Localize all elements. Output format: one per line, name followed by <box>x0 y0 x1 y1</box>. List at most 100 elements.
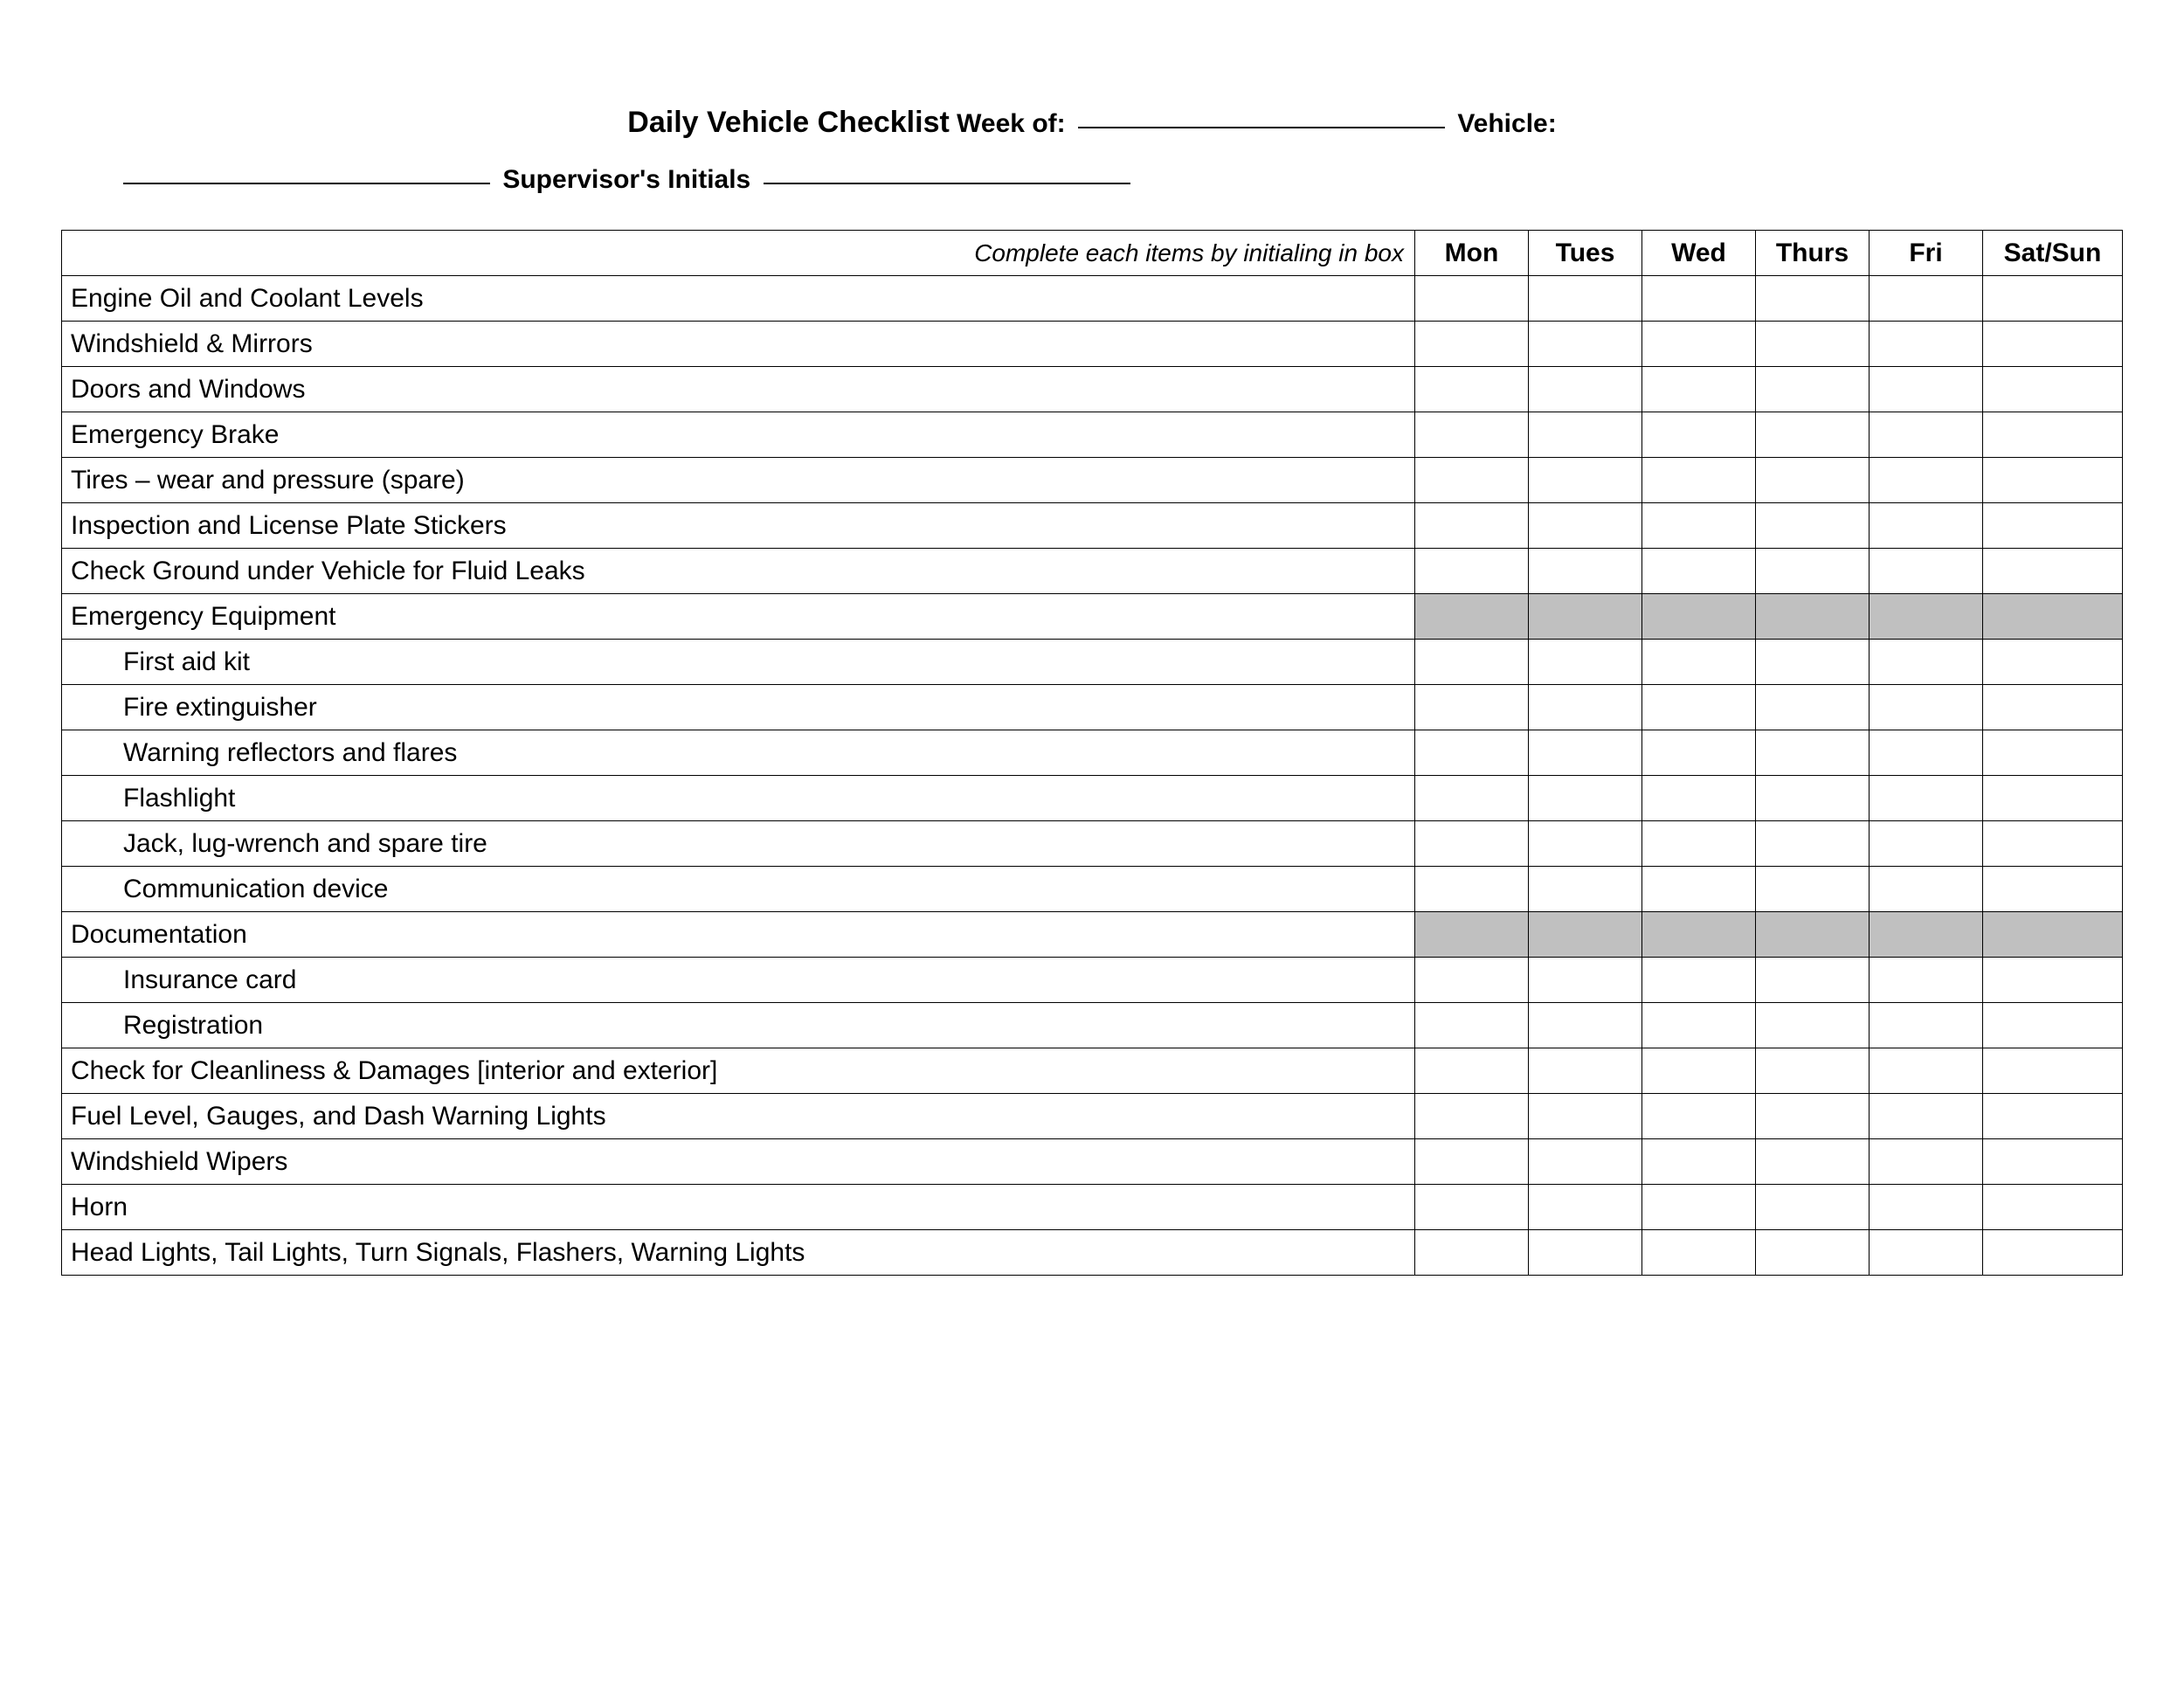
initial-box[interactable] <box>1415 821 1529 867</box>
initial-box[interactable] <box>1756 322 1870 367</box>
initial-box[interactable] <box>1415 685 1529 730</box>
initial-box[interactable] <box>1529 821 1642 867</box>
initial-box[interactable] <box>1983 821 2123 867</box>
initial-box[interactable] <box>1529 1048 1642 1094</box>
initial-box[interactable] <box>1415 1230 1529 1276</box>
initial-box[interactable] <box>1529 685 1642 730</box>
initial-box[interactable] <box>1983 367 2123 412</box>
initial-box[interactable] <box>1529 776 1642 821</box>
initial-box[interactable] <box>1415 1139 1529 1185</box>
initial-box[interactable] <box>1870 1094 1983 1139</box>
initial-box[interactable] <box>1870 276 1983 322</box>
initial-box[interactable] <box>1415 458 1529 503</box>
week-of-blank[interactable] <box>1078 127 1445 128</box>
initial-box[interactable] <box>1642 958 1756 1003</box>
initial-box[interactable] <box>1642 276 1756 322</box>
initial-box[interactable] <box>1870 322 1983 367</box>
initial-box[interactable] <box>1983 503 2123 549</box>
initial-box[interactable] <box>1983 730 2123 776</box>
initial-box[interactable] <box>1756 776 1870 821</box>
initial-box[interactable] <box>1756 1139 1870 1185</box>
initial-box[interactable] <box>1529 412 1642 458</box>
initial-box[interactable] <box>1642 503 1756 549</box>
initial-box[interactable] <box>1756 412 1870 458</box>
initial-box[interactable] <box>1983 276 2123 322</box>
initial-box[interactable] <box>1529 867 1642 912</box>
initial-box[interactable] <box>1870 1048 1983 1094</box>
initial-box[interactable] <box>1642 1185 1756 1230</box>
initial-box[interactable] <box>1642 1230 1756 1276</box>
initial-box[interactable] <box>1529 322 1642 367</box>
initial-box[interactable] <box>1529 958 1642 1003</box>
initial-box[interactable] <box>1415 958 1529 1003</box>
initial-box[interactable] <box>1756 821 1870 867</box>
initial-box[interactable] <box>1870 776 1983 821</box>
initial-box[interactable] <box>1756 958 1870 1003</box>
initial-box[interactable] <box>1756 1003 1870 1048</box>
initial-box[interactable] <box>1756 1185 1870 1230</box>
initial-box[interactable] <box>1983 867 2123 912</box>
initial-box[interactable] <box>1415 776 1529 821</box>
initial-box[interactable] <box>1756 867 1870 912</box>
initial-box[interactable] <box>1983 685 2123 730</box>
initial-box[interactable] <box>1756 685 1870 730</box>
initial-box[interactable] <box>1415 412 1529 458</box>
initial-box[interactable] <box>1870 503 1983 549</box>
initial-box[interactable] <box>1415 1048 1529 1094</box>
initial-box[interactable] <box>1870 367 1983 412</box>
initial-box[interactable] <box>1642 322 1756 367</box>
initial-box[interactable] <box>1983 1003 2123 1048</box>
initial-box[interactable] <box>1983 1048 2123 1094</box>
vehicle-blank[interactable] <box>123 183 490 184</box>
initial-box[interactable] <box>1870 1003 1983 1048</box>
initial-box[interactable] <box>1870 867 1983 912</box>
initial-box[interactable] <box>1642 1094 1756 1139</box>
initial-box[interactable] <box>1529 1139 1642 1185</box>
initial-box[interactable] <box>1756 730 1870 776</box>
initial-box[interactable] <box>1870 1230 1983 1276</box>
initial-box[interactable] <box>1983 1094 2123 1139</box>
initial-box[interactable] <box>1870 412 1983 458</box>
initial-box[interactable] <box>1870 458 1983 503</box>
initial-box[interactable] <box>1529 1003 1642 1048</box>
initial-box[interactable] <box>1870 821 1983 867</box>
initial-box[interactable] <box>1415 276 1529 322</box>
initial-box[interactable] <box>1983 412 2123 458</box>
initial-box[interactable] <box>1415 730 1529 776</box>
initial-box[interactable] <box>1756 1230 1870 1276</box>
initial-box[interactable] <box>1415 640 1529 685</box>
initial-box[interactable] <box>1642 776 1756 821</box>
initial-box[interactable] <box>1529 1094 1642 1139</box>
initial-box[interactable] <box>1870 685 1983 730</box>
initial-box[interactable] <box>1756 503 1870 549</box>
initial-box[interactable] <box>1415 1185 1529 1230</box>
initial-box[interactable] <box>1756 1094 1870 1139</box>
initial-box[interactable] <box>1983 958 2123 1003</box>
initial-box[interactable] <box>1529 458 1642 503</box>
initial-box[interactable] <box>1756 276 1870 322</box>
initial-box[interactable] <box>1870 958 1983 1003</box>
initial-box[interactable] <box>1529 730 1642 776</box>
initial-box[interactable] <box>1983 640 2123 685</box>
initial-box[interactable] <box>1870 1139 1983 1185</box>
initial-box[interactable] <box>1870 549 1983 594</box>
initial-box[interactable] <box>1983 322 2123 367</box>
initial-box[interactable] <box>1870 1185 1983 1230</box>
initial-box[interactable] <box>1983 1139 2123 1185</box>
initial-box[interactable] <box>1642 867 1756 912</box>
initial-box[interactable] <box>1756 549 1870 594</box>
initial-box[interactable] <box>1529 503 1642 549</box>
initial-box[interactable] <box>1983 1230 2123 1276</box>
initial-box[interactable] <box>1415 322 1529 367</box>
initial-box[interactable] <box>1756 640 1870 685</box>
initial-box[interactable] <box>1870 730 1983 776</box>
initial-box[interactable] <box>1529 367 1642 412</box>
initial-box[interactable] <box>1983 458 2123 503</box>
initial-box[interactable] <box>1642 1003 1756 1048</box>
initial-box[interactable] <box>1642 412 1756 458</box>
initial-box[interactable] <box>1529 640 1642 685</box>
initial-box[interactable] <box>1642 730 1756 776</box>
initial-box[interactable] <box>1415 867 1529 912</box>
initial-box[interactable] <box>1983 776 2123 821</box>
initial-box[interactable] <box>1415 503 1529 549</box>
